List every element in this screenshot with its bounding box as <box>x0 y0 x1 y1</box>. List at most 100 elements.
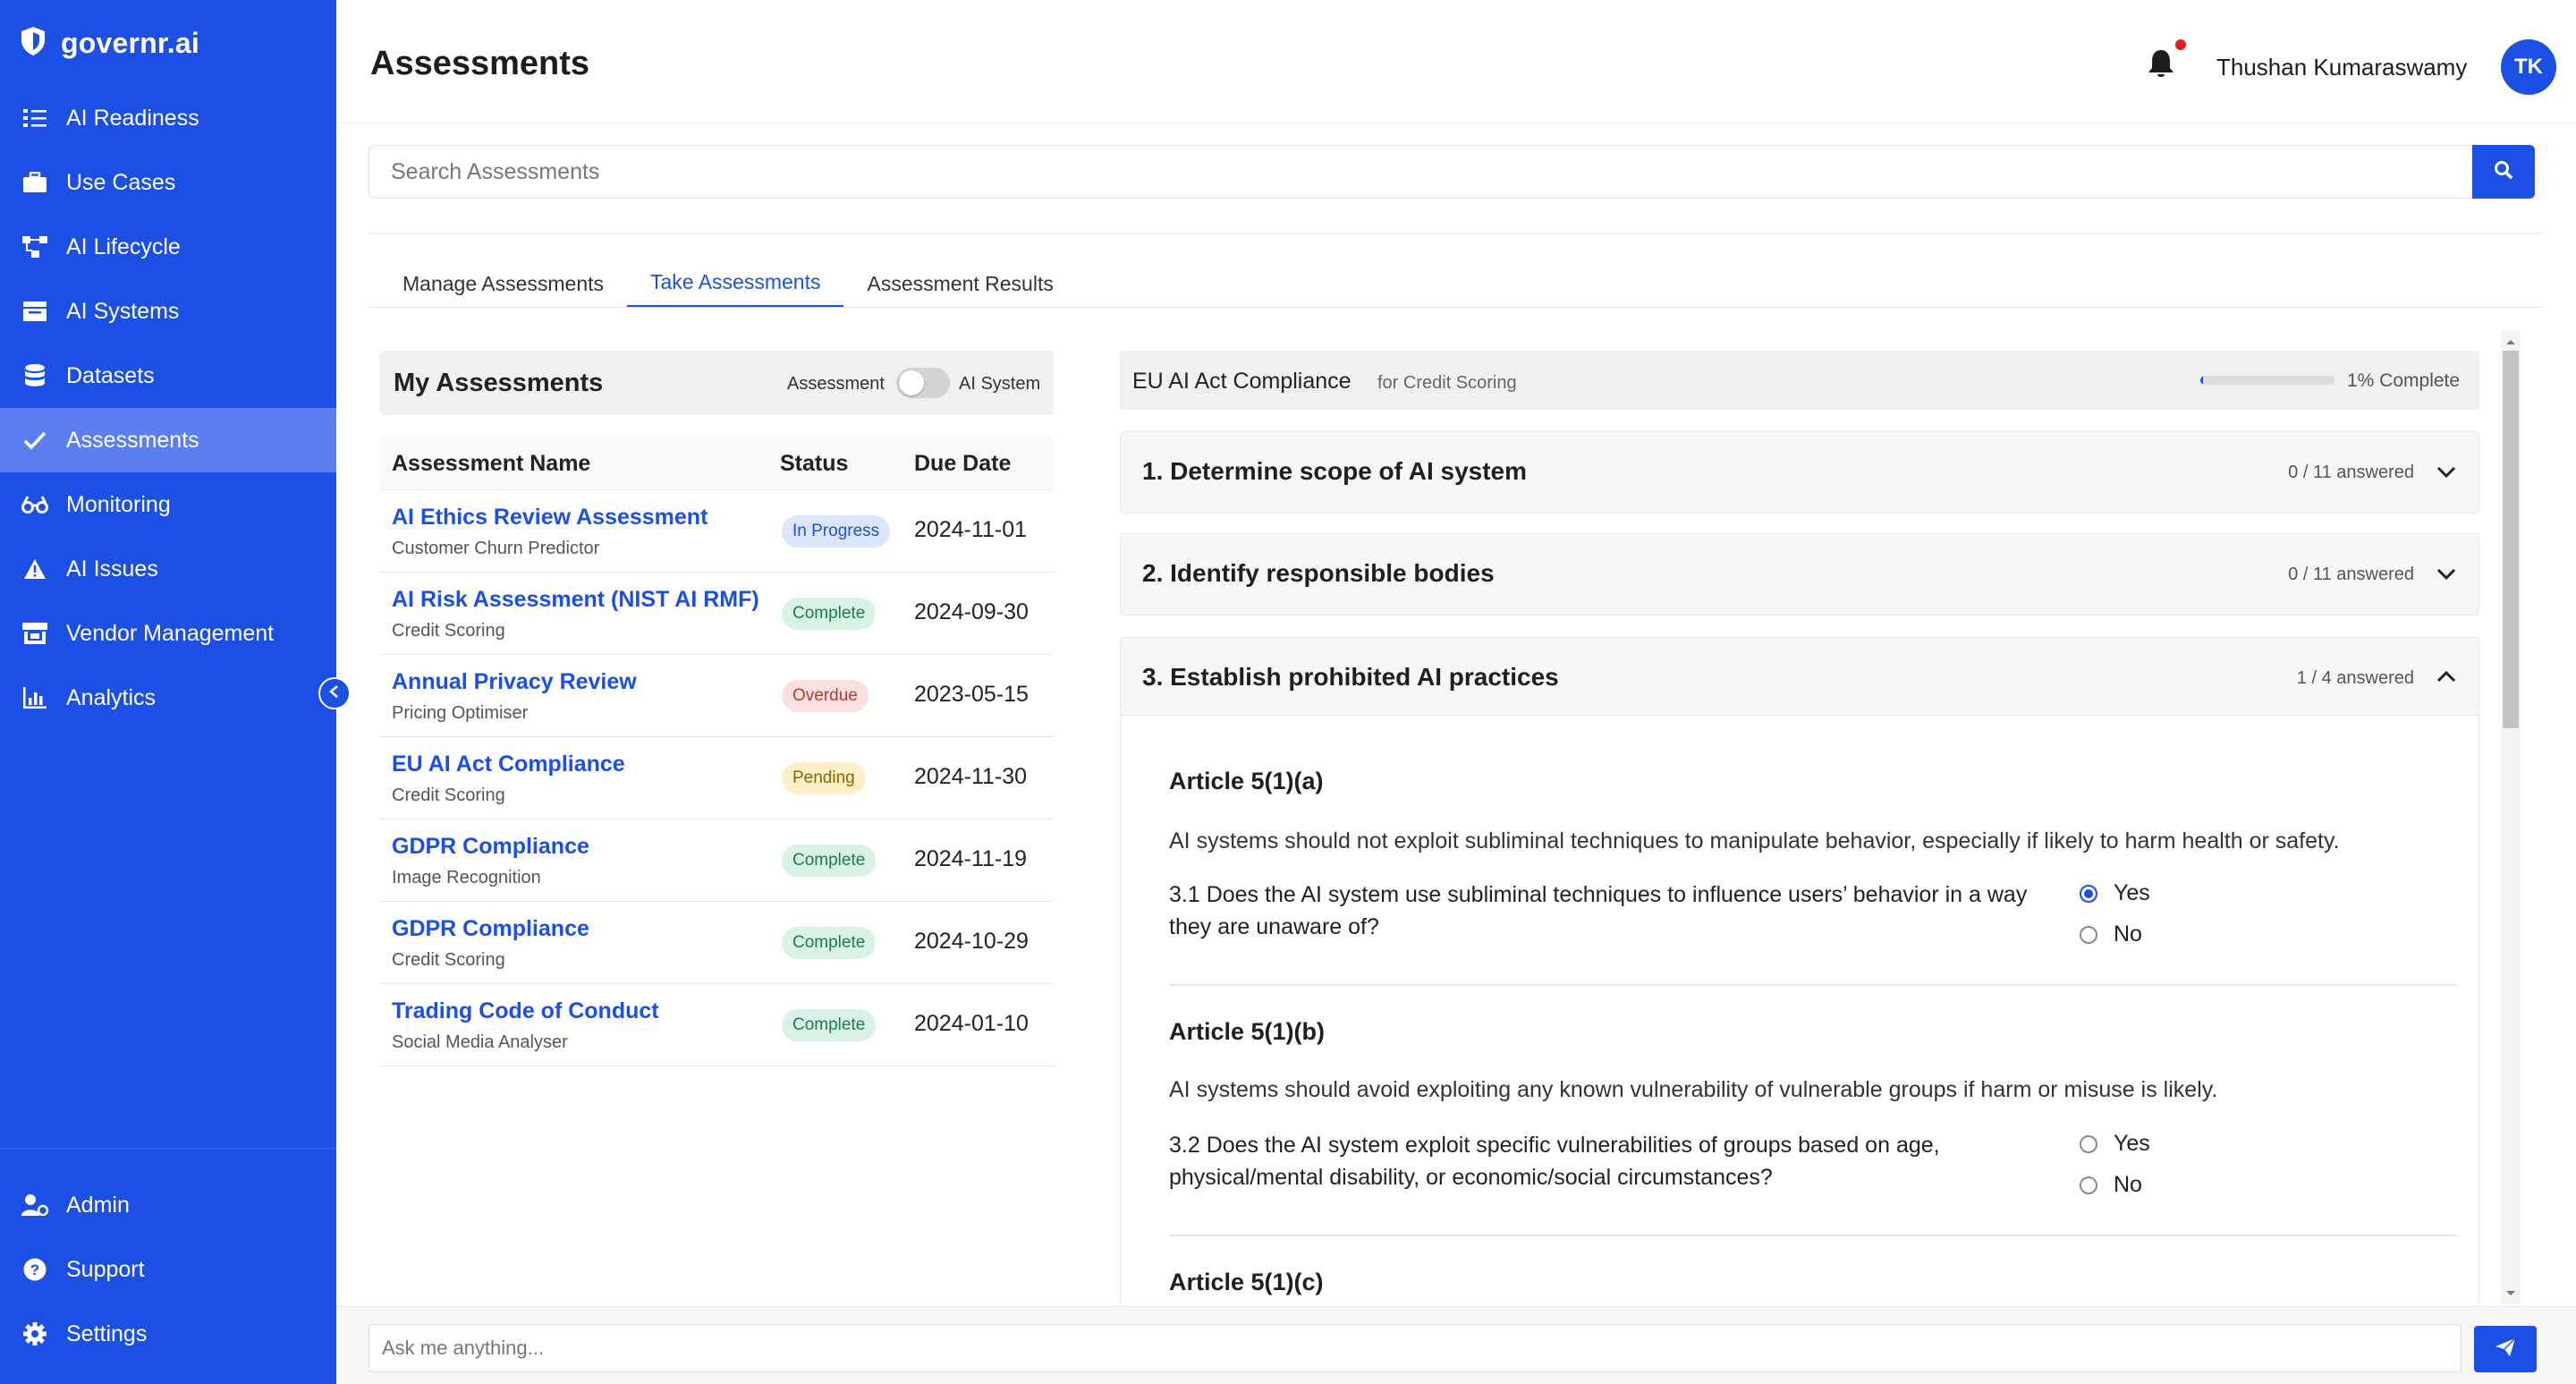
section-body: Article 5(1)(a) AI systems should not ex… <box>1120 716 2479 1306</box>
assessment-name-link[interactable]: EU AI Act Compliance <box>392 751 625 777</box>
radio-label: No <box>2114 1172 2142 1197</box>
assessment-name-link[interactable]: AI Ethics Review Assessment <box>392 505 708 531</box>
assessment-name-link[interactable]: AI Risk Assessment (NIST AI RMF) <box>392 587 759 613</box>
sidebar-item-ai-issues[interactable]: AI Issues <box>0 537 336 601</box>
assessment-subtitle: for Credit Scoring <box>1377 373 1517 393</box>
assessment-name-link[interactable]: GDPR Compliance <box>392 834 589 860</box>
assessment-name-link[interactable]: Trading Code of Conduct <box>392 998 659 1024</box>
sidebar-nav: AI Readiness Use Cases AI Lifecycle AI S… <box>0 86 336 730</box>
radio-button[interactable] <box>2080 1176 2097 1194</box>
article-title: Article 5(1)(a) <box>1169 768 1324 794</box>
sidebar-item-ai-lifecycle[interactable]: AI Lifecycle <box>0 215 336 279</box>
question-icon: ? <box>21 1256 48 1283</box>
server-icon <box>21 298 48 325</box>
my-assessments-title: My Assessments <box>394 369 604 397</box>
sidebar-item-label: AI Lifecycle <box>66 233 181 259</box>
radio-no[interactable]: No <box>2080 921 2142 947</box>
due-date: 2024-11-19 <box>914 846 1028 871</box>
assessment-system: Social Media Analyser <box>392 1032 568 1052</box>
status-badge: Complete <box>782 1009 877 1041</box>
sidebar-collapse-button[interactable] <box>318 677 351 709</box>
briefcase-icon <box>21 169 48 196</box>
sidebar-item-ai-systems[interactable]: AI Systems <box>0 279 336 344</box>
binoculars-icon <box>21 491 48 518</box>
assessment-name-link[interactable]: Annual Privacy Review <box>392 669 637 695</box>
due-date: 2023-05-15 <box>914 682 1029 707</box>
table-row[interactable]: EU AI Act Compliance Credit Scoring Pendin… <box>379 737 1054 819</box>
sidebar-item-analytics[interactable]: Analytics <box>0 666 336 730</box>
column-header-due-date[interactable]: Due Date <box>914 451 1011 477</box>
chevron-left-icon <box>328 684 341 703</box>
sidebar-item-ai-readiness[interactable]: AI Readiness <box>0 86 336 150</box>
check-icon <box>21 427 48 454</box>
radio-yes[interactable]: Yes <box>2080 880 2150 906</box>
due-date: 2024-11-30 <box>914 764 1028 789</box>
sidebar-item-support[interactable]: ? Support <box>0 1237 336 1302</box>
scroll-up-icon[interactable] <box>2504 335 2517 347</box>
shield-logo-icon <box>20 26 47 61</box>
sidebar-item-monitoring[interactable]: Monitoring <box>0 472 336 537</box>
section-title: 2. Identify responsible bodies <box>1142 559 1495 587</box>
warning-icon <box>21 556 48 582</box>
table-row[interactable]: Annual Privacy Review Pricing Optimiser Ov… <box>379 655 1054 737</box>
notification-button[interactable] <box>2147 48 2179 81</box>
section-header-2[interactable]: 2. Identify responsible bodies 0 / 11 an… <box>1120 533 2479 616</box>
section-title: 1. Determine scope of AI system <box>1142 457 1528 485</box>
chart-icon <box>21 684 48 711</box>
table-row[interactable]: AI Risk Assessment (NIST AI RMF) Credit S… <box>379 573 1054 655</box>
search-icon <box>2494 160 2513 184</box>
radio-button[interactable] <box>2080 1134 2097 1153</box>
assessment-system: Credit Scoring <box>392 785 505 805</box>
radio-no[interactable]: No <box>2080 1172 2142 1198</box>
status-badge: Complete <box>782 927 877 959</box>
section-count: 1 / 4 answered <box>2296 668 2414 688</box>
table-body: AI Ethics Review Assessment Customer Chur… <box>379 490 1054 1066</box>
radio-yes[interactable]: Yes <box>2080 1131 2150 1157</box>
brand-name: governr.ai <box>61 26 199 59</box>
sidebar-item-use-cases[interactable]: Use Cases <box>0 150 336 215</box>
radio-button[interactable] <box>2080 884 2097 903</box>
sidebar-item-admin[interactable]: Admin <box>0 1173 336 1237</box>
brand[interactable]: governr.ai <box>20 25 199 61</box>
table-row[interactable]: AI Ethics Review Assessment Customer Chur… <box>379 490 1054 573</box>
sidebar-item-label: Assessments <box>66 427 199 453</box>
sidebar-item-datasets[interactable]: Datasets <box>0 344 336 408</box>
send-button[interactable] <box>2474 1326 2537 1372</box>
table-row[interactable]: GDPR Compliance Credit Scoring Complete 202… <box>379 902 1054 984</box>
search-input[interactable] <box>369 146 2473 198</box>
sidebar-item-label: Settings <box>66 1320 148 1346</box>
table-row[interactable]: Trading Code of Conduct Social Media Anal… <box>379 984 1054 1066</box>
chevron-down-icon <box>2434 561 2459 586</box>
chat-input[interactable] <box>369 1324 2462 1372</box>
top-header: Assessments Thushan Kumaraswamy TK <box>336 0 2576 123</box>
scrollbar-thumb[interactable] <box>2503 351 2519 728</box>
chevron-up-icon <box>2434 665 2459 690</box>
bell-icon <box>2147 50 2175 82</box>
table-row[interactable]: GDPR Compliance Image Recognition Complete… <box>379 819 1054 902</box>
tab-bar: Manage Assessments Take Assessments Asse… <box>379 259 1077 308</box>
tab-take-assessments[interactable]: Take Assessments <box>627 259 844 308</box>
article-divider <box>1169 1235 2457 1236</box>
progress-bar <box>2200 376 2334 385</box>
tab-assessment-results[interactable]: Assessment Results <box>843 259 1076 308</box>
radio-label: Yes <box>2114 880 2150 905</box>
assessment-name-link[interactable]: GDPR Compliance <box>392 916 589 942</box>
user-gear-icon <box>21 1192 48 1218</box>
section-header-1[interactable]: 1. Determine scope of AI system 0 / 11 a… <box>1120 431 2479 514</box>
search-button[interactable] <box>2472 145 2535 199</box>
sidebar-item-settings[interactable]: Settings <box>0 1302 336 1366</box>
scroll-down-icon[interactable] <box>2504 1286 2517 1299</box>
user-name[interactable]: Thushan Kumaraswamy <box>2216 54 2467 81</box>
column-header-status[interactable]: Status <box>780 451 848 477</box>
tab-manage-assessments[interactable]: Manage Assessments <box>379 259 627 308</box>
section-header-3[interactable]: 3. Establish prohibited AI practices 1 /… <box>1120 637 2479 716</box>
toggle-label-ai-system: AI System <box>959 374 1041 394</box>
sidebar-item-assessments[interactable]: Assessments <box>0 408 336 472</box>
svg-text:?: ? <box>30 1261 39 1278</box>
due-date: 2024-09-30 <box>914 599 1029 624</box>
avatar[interactable]: TK <box>2501 39 2556 95</box>
view-toggle[interactable] <box>896 368 950 398</box>
column-header-name[interactable]: Assessment Name <box>392 451 590 477</box>
sidebar-item-vendor-management[interactable]: Vendor Management <box>0 601 336 666</box>
radio-button[interactable] <box>2080 925 2097 944</box>
